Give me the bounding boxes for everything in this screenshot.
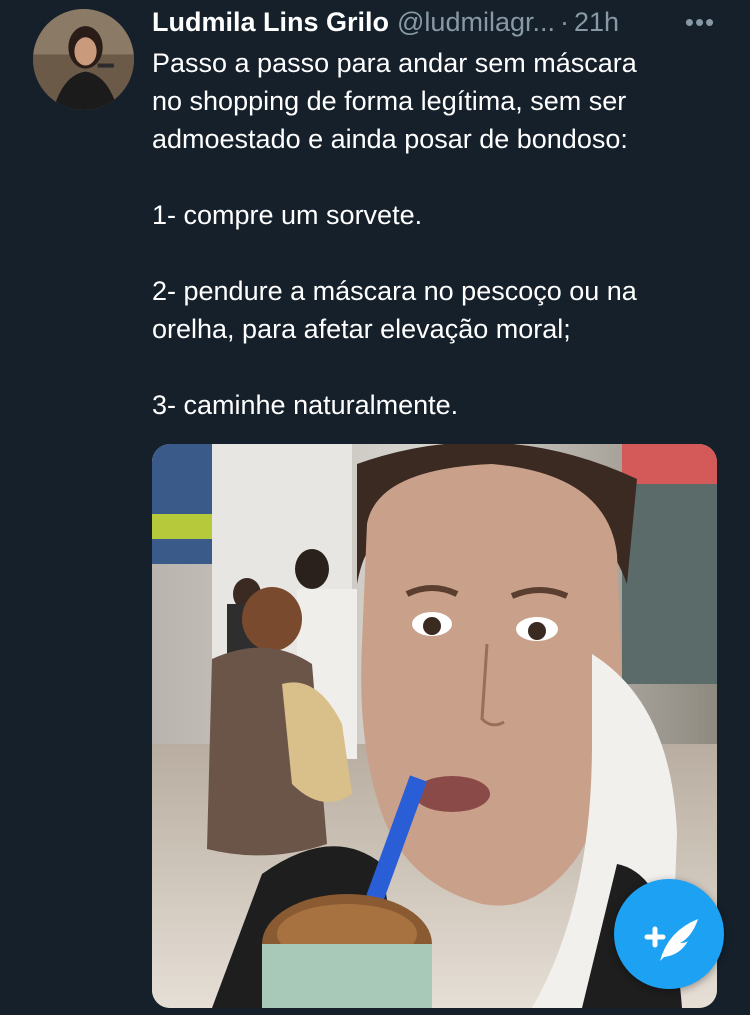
compose-feather-icon: [644, 919, 698, 961]
compose-tweet-button[interactable]: [614, 879, 724, 989]
author-avatar[interactable]: [33, 9, 134, 110]
tweet-header: Ludmila Lins Grilo @ludmilagr... · 21h: [152, 4, 722, 40]
tweet-line: Passo a passo para andar sem máscara: [152, 48, 637, 78]
separator-dot: ·: [559, 6, 569, 37]
author-name[interactable]: Ludmila Lins Grilo: [152, 7, 389, 38]
author-handle[interactable]: @ludmilagr...: [397, 7, 555, 38]
avatar-image: [33, 9, 134, 110]
tweet-line: 2- pendure a máscara no pescoço ou na: [152, 276, 637, 306]
tweet-line: admoestado e ainda posar de bondoso:: [152, 124, 628, 154]
tweet-line: 1- compre um sorvete.: [152, 200, 423, 230]
more-horizontal-icon[interactable]: •••: [682, 8, 718, 36]
tweet-line: orelha, para afetar elevação moral;: [152, 314, 571, 344]
tweet-line: 3- caminhe naturalmente.: [152, 390, 459, 420]
tweet-text: Passo a passo para andar sem máscara no …: [152, 44, 732, 424]
tweet-timestamp[interactable]: 21h: [574, 7, 619, 38]
tweet-line: no shopping de forma legítima, sem ser: [152, 86, 627, 116]
